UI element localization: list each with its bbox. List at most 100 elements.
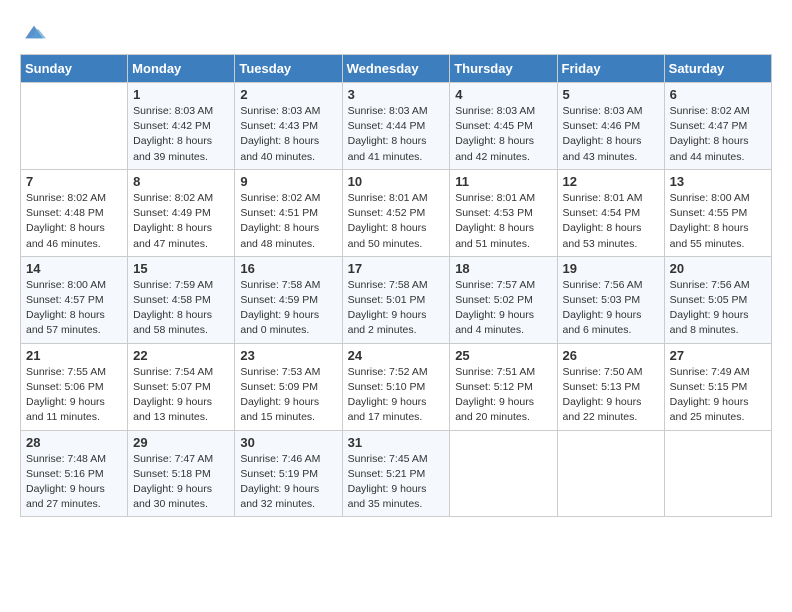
- calendar-day-cell: 14 Sunrise: 8:00 AMSunset: 4:57 PMDaylig…: [21, 256, 128, 343]
- weekday-header: Monday: [128, 55, 235, 83]
- calendar-day-cell: 23 Sunrise: 7:53 AMSunset: 5:09 PMDaylig…: [235, 343, 342, 430]
- calendar-day-cell: 4 Sunrise: 8:03 AMSunset: 4:45 PMDayligh…: [450, 83, 557, 170]
- day-detail: Sunrise: 7:56 AMSunset: 5:05 PMDaylight:…: [670, 278, 766, 339]
- calendar-day-cell: [450, 430, 557, 517]
- day-detail: Sunrise: 8:03 AMSunset: 4:45 PMDaylight:…: [455, 104, 551, 165]
- day-number: 25: [455, 348, 551, 363]
- calendar-day-cell: [21, 83, 128, 170]
- day-number: 13: [670, 174, 766, 189]
- day-detail: Sunrise: 8:03 AMSunset: 4:44 PMDaylight:…: [348, 104, 445, 165]
- day-number: 31: [348, 435, 445, 450]
- weekday-header: Sunday: [21, 55, 128, 83]
- day-number: 28: [26, 435, 122, 450]
- calendar-day-cell: 6 Sunrise: 8:02 AMSunset: 4:47 PMDayligh…: [664, 83, 771, 170]
- day-detail: Sunrise: 8:01 AMSunset: 4:54 PMDaylight:…: [563, 191, 659, 252]
- day-detail: Sunrise: 7:58 AMSunset: 4:59 PMDaylight:…: [240, 278, 336, 339]
- calendar-day-cell: 22 Sunrise: 7:54 AMSunset: 5:07 PMDaylig…: [128, 343, 235, 430]
- calendar-day-cell: 17 Sunrise: 7:58 AMSunset: 5:01 PMDaylig…: [342, 256, 450, 343]
- day-detail: Sunrise: 7:59 AMSunset: 4:58 PMDaylight:…: [133, 278, 229, 339]
- day-number: 17: [348, 261, 445, 276]
- day-number: 3: [348, 87, 445, 102]
- day-detail: Sunrise: 7:55 AMSunset: 5:06 PMDaylight:…: [26, 365, 122, 426]
- calendar-day-cell: [664, 430, 771, 517]
- day-detail: Sunrise: 8:03 AMSunset: 4:43 PMDaylight:…: [240, 104, 336, 165]
- page-header: [20, 20, 772, 44]
- day-detail: Sunrise: 7:56 AMSunset: 5:03 PMDaylight:…: [563, 278, 659, 339]
- calendar-day-cell: 7 Sunrise: 8:02 AMSunset: 4:48 PMDayligh…: [21, 169, 128, 256]
- calendar-day-cell: 11 Sunrise: 8:01 AMSunset: 4:53 PMDaylig…: [450, 169, 557, 256]
- weekday-header: Saturday: [664, 55, 771, 83]
- calendar-day-cell: 27 Sunrise: 7:49 AMSunset: 5:15 PMDaylig…: [664, 343, 771, 430]
- calendar-day-cell: 5 Sunrise: 8:03 AMSunset: 4:46 PMDayligh…: [557, 83, 664, 170]
- day-detail: Sunrise: 7:54 AMSunset: 5:07 PMDaylight:…: [133, 365, 229, 426]
- day-number: 11: [455, 174, 551, 189]
- day-number: 9: [240, 174, 336, 189]
- calendar-day-cell: 18 Sunrise: 7:57 AMSunset: 5:02 PMDaylig…: [450, 256, 557, 343]
- day-number: 24: [348, 348, 445, 363]
- calendar-day-cell: 19 Sunrise: 7:56 AMSunset: 5:03 PMDaylig…: [557, 256, 664, 343]
- day-detail: Sunrise: 7:58 AMSunset: 5:01 PMDaylight:…: [348, 278, 445, 339]
- day-number: 23: [240, 348, 336, 363]
- calendar-week-row: 28 Sunrise: 7:48 AMSunset: 5:16 PMDaylig…: [21, 430, 772, 517]
- day-number: 7: [26, 174, 122, 189]
- day-number: 2: [240, 87, 336, 102]
- day-number: 8: [133, 174, 229, 189]
- day-detail: Sunrise: 8:02 AMSunset: 4:49 PMDaylight:…: [133, 191, 229, 252]
- calendar-day-cell: 29 Sunrise: 7:47 AMSunset: 5:18 PMDaylig…: [128, 430, 235, 517]
- day-number: 29: [133, 435, 229, 450]
- weekday-header: Wednesday: [342, 55, 450, 83]
- calendar-week-row: 1 Sunrise: 8:03 AMSunset: 4:42 PMDayligh…: [21, 83, 772, 170]
- weekday-header: Friday: [557, 55, 664, 83]
- calendar-table: SundayMondayTuesdayWednesdayThursdayFrid…: [20, 54, 772, 517]
- weekday-header: Thursday: [450, 55, 557, 83]
- day-number: 12: [563, 174, 659, 189]
- day-number: 19: [563, 261, 659, 276]
- weekday-header: Tuesday: [235, 55, 342, 83]
- day-detail: Sunrise: 8:01 AMSunset: 4:52 PMDaylight:…: [348, 191, 445, 252]
- calendar-day-cell: 1 Sunrise: 8:03 AMSunset: 4:42 PMDayligh…: [128, 83, 235, 170]
- calendar-week-row: 21 Sunrise: 7:55 AMSunset: 5:06 PMDaylig…: [21, 343, 772, 430]
- calendar-header-row: SundayMondayTuesdayWednesdayThursdayFrid…: [21, 55, 772, 83]
- day-detail: Sunrise: 7:51 AMSunset: 5:12 PMDaylight:…: [455, 365, 551, 426]
- day-detail: Sunrise: 7:53 AMSunset: 5:09 PMDaylight:…: [240, 365, 336, 426]
- day-detail: Sunrise: 8:01 AMSunset: 4:53 PMDaylight:…: [455, 191, 551, 252]
- day-detail: Sunrise: 7:48 AMSunset: 5:16 PMDaylight:…: [26, 452, 122, 513]
- day-number: 15: [133, 261, 229, 276]
- calendar-day-cell: 3 Sunrise: 8:03 AMSunset: 4:44 PMDayligh…: [342, 83, 450, 170]
- day-number: 6: [670, 87, 766, 102]
- day-number: 4: [455, 87, 551, 102]
- day-detail: Sunrise: 7:45 AMSunset: 5:21 PMDaylight:…: [348, 452, 445, 513]
- logo-icon: [22, 20, 46, 44]
- day-detail: Sunrise: 7:49 AMSunset: 5:15 PMDaylight:…: [670, 365, 766, 426]
- day-number: 21: [26, 348, 122, 363]
- calendar-day-cell: 10 Sunrise: 8:01 AMSunset: 4:52 PMDaylig…: [342, 169, 450, 256]
- day-number: 5: [563, 87, 659, 102]
- calendar-day-cell: 12 Sunrise: 8:01 AMSunset: 4:54 PMDaylig…: [557, 169, 664, 256]
- day-detail: Sunrise: 7:52 AMSunset: 5:10 PMDaylight:…: [348, 365, 445, 426]
- calendar-day-cell: 28 Sunrise: 7:48 AMSunset: 5:16 PMDaylig…: [21, 430, 128, 517]
- calendar-day-cell: 16 Sunrise: 7:58 AMSunset: 4:59 PMDaylig…: [235, 256, 342, 343]
- calendar-day-cell: 24 Sunrise: 7:52 AMSunset: 5:10 PMDaylig…: [342, 343, 450, 430]
- calendar-day-cell: 15 Sunrise: 7:59 AMSunset: 4:58 PMDaylig…: [128, 256, 235, 343]
- calendar-day-cell: 8 Sunrise: 8:02 AMSunset: 4:49 PMDayligh…: [128, 169, 235, 256]
- calendar-day-cell: 13 Sunrise: 8:00 AMSunset: 4:55 PMDaylig…: [664, 169, 771, 256]
- day-number: 26: [563, 348, 659, 363]
- calendar-day-cell: 9 Sunrise: 8:02 AMSunset: 4:51 PMDayligh…: [235, 169, 342, 256]
- day-number: 20: [670, 261, 766, 276]
- calendar-week-row: 7 Sunrise: 8:02 AMSunset: 4:48 PMDayligh…: [21, 169, 772, 256]
- logo: [20, 20, 46, 44]
- day-detail: Sunrise: 8:00 AMSunset: 4:55 PMDaylight:…: [670, 191, 766, 252]
- day-detail: Sunrise: 7:57 AMSunset: 5:02 PMDaylight:…: [455, 278, 551, 339]
- calendar-day-cell: 31 Sunrise: 7:45 AMSunset: 5:21 PMDaylig…: [342, 430, 450, 517]
- day-detail: Sunrise: 8:00 AMSunset: 4:57 PMDaylight:…: [26, 278, 122, 339]
- calendar-day-cell: 2 Sunrise: 8:03 AMSunset: 4:43 PMDayligh…: [235, 83, 342, 170]
- day-detail: Sunrise: 7:46 AMSunset: 5:19 PMDaylight:…: [240, 452, 336, 513]
- day-number: 30: [240, 435, 336, 450]
- day-detail: Sunrise: 8:02 AMSunset: 4:51 PMDaylight:…: [240, 191, 336, 252]
- day-number: 10: [348, 174, 445, 189]
- day-detail: Sunrise: 7:47 AMSunset: 5:18 PMDaylight:…: [133, 452, 229, 513]
- day-detail: Sunrise: 8:02 AMSunset: 4:47 PMDaylight:…: [670, 104, 766, 165]
- calendar-day-cell: 26 Sunrise: 7:50 AMSunset: 5:13 PMDaylig…: [557, 343, 664, 430]
- calendar-day-cell: 20 Sunrise: 7:56 AMSunset: 5:05 PMDaylig…: [664, 256, 771, 343]
- day-number: 22: [133, 348, 229, 363]
